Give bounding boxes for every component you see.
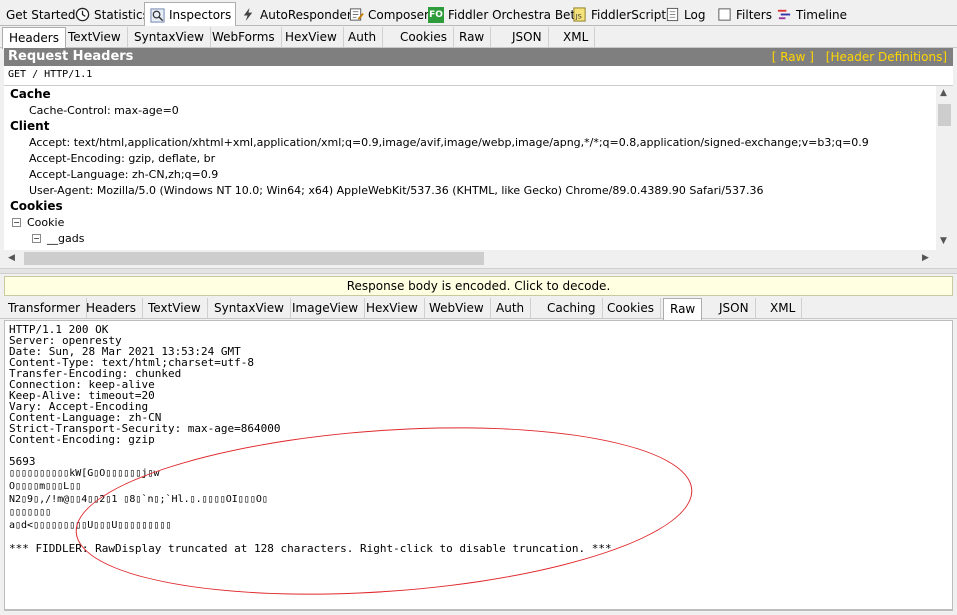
tree-node-gads-label: __gads (47, 232, 85, 245)
scroll-left-icon[interactable]: ◀ (8, 253, 15, 263)
collapse-icon[interactable]: − (12, 218, 21, 227)
header-accept-encoding[interactable]: Accept-Encoding: gzip, deflate, br (29, 152, 215, 165)
svg-text:JS: JS (574, 12, 581, 20)
header-cache-control[interactable]: Cache-Control: max-age=0 (29, 104, 179, 117)
tab-label: FiddlerScript (591, 7, 667, 22)
header-definitions-link[interactable]: [Header Definitions] (826, 50, 947, 64)
fo-badge-text: FO (429, 9, 443, 20)
resp-tab-webview[interactable]: WebView (423, 298, 491, 318)
scroll-right-icon[interactable]: ▶ (922, 253, 929, 263)
tab-inspectors[interactable]: Inspectors (144, 2, 237, 27)
vertical-scroll-thumb[interactable] (938, 104, 951, 126)
req-tab-auth[interactable]: Auth (342, 27, 384, 47)
header-accept-language[interactable]: Accept-Language: zh-CN,zh;q=0.9 (29, 168, 218, 181)
tab-label: Composer (368, 7, 429, 22)
resp-tab-hexview[interactable]: HexView (360, 298, 425, 318)
response-raw-view[interactable]: HTTP/1.1 200 OK Server: openresty Date: … (4, 320, 953, 610)
decode-notice-bar[interactable]: Response body is encoded. Click to decod… (4, 276, 953, 296)
tab-log[interactable]: Log (660, 4, 709, 25)
resp-tab-cookies[interactable]: Cookies (601, 298, 661, 318)
fo-icon: FO (428, 6, 444, 23)
req-tab-json[interactable]: JSON (506, 27, 549, 47)
tab-label: Inspectors (169, 8, 232, 22)
checkbox-icon (716, 7, 732, 23)
resp-tab-auth[interactable]: Auth (490, 298, 532, 318)
clock-icon (74, 7, 90, 23)
request-headers-tree: Cache Cache-Control: max-age=0 Client Ac… (4, 86, 953, 250)
tab-statistics[interactable]: Statistics (70, 4, 153, 25)
log-icon (664, 7, 680, 23)
header-user-agent[interactable]: User-Agent: Mozilla/5.0 (Windows NT 10.0… (29, 184, 763, 197)
lightning-icon (240, 7, 256, 23)
tab-label: Timeline (796, 7, 848, 22)
tab-timeline[interactable]: Timeline (772, 4, 851, 25)
resp-tab-caching[interactable]: Caching (541, 298, 603, 318)
req-tab-syntaxview[interactable]: SyntaxView (128, 27, 211, 47)
tab-filters[interactable]: Filters (712, 4, 776, 25)
tool-tab-bar: Get Started Statistics Inspectors AutoRe… (0, 0, 957, 27)
resp-tab-transformer[interactable]: Transformer (2, 298, 88, 318)
request-line: GET / HTTP/1.1 (4, 66, 953, 86)
tab-label: Get Started (6, 7, 76, 22)
tab-label: Statistics (94, 7, 149, 22)
bottom-scrollbar[interactable] (4, 610, 953, 615)
resp-tab-headers[interactable]: Headers (80, 298, 143, 318)
scroll-down-icon[interactable]: ▼ (940, 236, 947, 246)
tab-fiddlerscript[interactable]: JS FiddlerScript (567, 4, 670, 25)
tab-label: Log (684, 7, 706, 22)
composer-icon (348, 7, 364, 23)
group-cookies[interactable]: Cookies (10, 199, 63, 213)
resp-tab-json[interactable]: JSON (713, 298, 756, 318)
req-tab-webforms[interactable]: WebForms (206, 27, 282, 47)
raw-link[interactable]: [ Raw ] (772, 50, 814, 64)
tree-node-cookie-label: Cookie (27, 216, 65, 229)
collapse-icon[interactable]: − (32, 234, 41, 243)
horizontal-scroll-thumb[interactable] (24, 252, 484, 265)
scroll-up-icon[interactable]: ▲ (940, 88, 947, 98)
req-tab-cookies[interactable]: Cookies (394, 27, 454, 47)
resp-tab-imageview[interactable]: ImageView (286, 298, 366, 318)
resp-tab-xml[interactable]: XML (764, 298, 803, 318)
request-inspector-tabs: Headers TextView SyntaxView WebForms Hex… (0, 26, 957, 49)
request-headers-title: Request Headers (8, 49, 134, 64)
tab-label: AutoResponder (260, 7, 352, 22)
timeline-icon (776, 7, 792, 23)
tab-label: Fiddler Orchestra Beta (448, 7, 583, 22)
request-headers-title-bar: Request Headers [ Raw ] [Header Definiti… (4, 48, 953, 66)
req-tab-textview[interactable]: TextView (62, 27, 128, 47)
req-tab-hexview[interactable]: HexView (279, 27, 344, 47)
group-client[interactable]: Client (10, 119, 49, 133)
tab-get-started[interactable]: Get Started (2, 4, 80, 25)
response-inspector-tabs: Transformer Headers TextView SyntaxView … (0, 297, 957, 320)
req-tab-raw[interactable]: Raw (453, 27, 492, 47)
req-tab-xml[interactable]: XML (557, 27, 596, 47)
tab-autoresponder[interactable]: AutoResponder (236, 4, 356, 25)
header-links: [ Raw ] [Header Definitions] (764, 48, 947, 66)
header-accept[interactable]: Accept: text/html,application/xhtml+xml,… (29, 136, 869, 149)
tab-label: Filters (736, 7, 772, 22)
tree-node-gads[interactable]: − __gads (32, 232, 84, 245)
req-tab-headers[interactable]: Headers (2, 27, 66, 49)
panel-splitter[interactable] (0, 268, 957, 274)
tab-fiddler-orchestra[interactable]: FO Fiddler Orchestra Beta (424, 4, 587, 25)
group-cache[interactable]: Cache (10, 87, 51, 101)
tree-node-cookie[interactable]: − Cookie (12, 216, 64, 229)
tab-composer[interactable]: Composer (344, 4, 433, 25)
resp-tab-textview[interactable]: TextView (142, 298, 208, 318)
resp-tab-syntaxview[interactable]: SyntaxView (208, 298, 291, 318)
script-icon: JS (571, 7, 587, 23)
response-header-line: HTTP/1.1 200 OK (9, 323, 109, 336)
response-header-line: Keep-Alive: timeout=20 (9, 389, 155, 402)
resp-tab-raw[interactable]: Raw (663, 298, 703, 320)
inspector-icon (149, 7, 165, 23)
